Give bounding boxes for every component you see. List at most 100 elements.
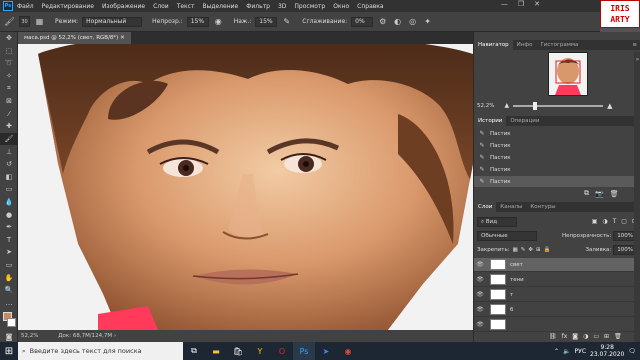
navigator-thumbnail[interactable] bbox=[548, 52, 588, 96]
zoom-slider[interactable] bbox=[513, 101, 604, 110]
brush-tool-icon[interactable]: 🖌 bbox=[0, 132, 18, 146]
healing-brush-tool-icon[interactable]: ✚ bbox=[0, 120, 18, 133]
document-canvas[interactable] bbox=[18, 44, 473, 330]
menu-edit[interactable]: Редактирование bbox=[38, 3, 98, 10]
pressure-field[interactable]: 15% bbox=[255, 16, 278, 27]
menu-window[interactable]: Окно bbox=[329, 3, 353, 10]
lock-all-icon[interactable]: 🔒 bbox=[544, 247, 551, 253]
menu-layers[interactable]: Слои bbox=[149, 3, 173, 10]
link-layers-icon[interactable]: ⛓ bbox=[549, 333, 557, 340]
color-swatches[interactable] bbox=[0, 309, 18, 331]
history-item[interactable]: ✎ Пастик bbox=[474, 140, 634, 151]
minimize-button[interactable]: — bbox=[501, 0, 508, 8]
visibility-eye-icon[interactable]: 👁 bbox=[474, 321, 486, 328]
layer-row-selected[interactable]: 👁 свет bbox=[474, 258, 634, 272]
close-tab-icon[interactable]: ✕ bbox=[120, 35, 125, 41]
more-tools-icon[interactable]: … bbox=[0, 296, 18, 309]
layer-row[interactable]: 👁 т bbox=[474, 288, 634, 302]
pen-tool-icon[interactable]: ✒ bbox=[0, 221, 18, 234]
tab-paths[interactable]: Контуры bbox=[526, 202, 559, 212]
brush-preset-icon[interactable]: 30 bbox=[19, 16, 30, 27]
snapshot-icon[interactable]: 📷 bbox=[595, 190, 604, 198]
photoshop-taskbar-icon[interactable]: Ps bbox=[293, 342, 315, 360]
eraser-tool-icon[interactable]: ◧ bbox=[0, 171, 18, 184]
move-tool-icon[interactable]: ✥ bbox=[0, 32, 18, 45]
menu-help[interactable]: Справка bbox=[353, 3, 387, 10]
brush-settings-icon[interactable]: ▦ bbox=[34, 16, 45, 27]
new-layer-icon[interactable]: ⊞ bbox=[604, 333, 609, 340]
yandex-browser-icon[interactable]: Y bbox=[249, 342, 271, 360]
background-color-swatch[interactable] bbox=[7, 318, 16, 328]
tab-layers[interactable]: Слои bbox=[474, 202, 497, 212]
tab-histogram[interactable]: Гистограмма bbox=[536, 40, 582, 50]
panel-menu-icon[interactable]: ≡ bbox=[628, 40, 640, 50]
lock-pixels-icon[interactable]: ▦ bbox=[513, 247, 518, 253]
smoothing-settings-icon[interactable]: ⚙ bbox=[377, 16, 388, 27]
delete-state-icon[interactable]: 🗑 bbox=[610, 190, 619, 198]
menu-3d[interactable]: 3D bbox=[274, 3, 290, 10]
menu-view[interactable]: Просмотр bbox=[290, 3, 329, 10]
lock-artboard-icon[interactable]: ⊞ bbox=[536, 247, 541, 253]
marquee-tool-icon[interactable]: ⬚ bbox=[0, 45, 18, 58]
language-indicator[interactable]: РУС bbox=[575, 348, 586, 355]
maximize-button[interactable]: ❐ bbox=[518, 0, 524, 8]
quick-select-tool-icon[interactable]: ✧ bbox=[0, 70, 18, 83]
menu-filter[interactable]: Фильтр bbox=[242, 3, 274, 10]
opera-icon[interactable]: O bbox=[271, 342, 293, 360]
filter-shape-icon[interactable]: ▢ bbox=[621, 218, 627, 225]
menu-file[interactable]: Файл bbox=[13, 3, 38, 10]
status-arrow-icon[interactable]: › bbox=[114, 333, 116, 339]
task-view-icon[interactable]: ⧉ bbox=[183, 342, 205, 360]
visibility-eye-icon[interactable]: 👁 bbox=[474, 291, 486, 298]
delete-layer-icon[interactable]: 🗑 bbox=[614, 333, 622, 340]
visibility-eye-icon[interactable]: 👁 bbox=[474, 276, 486, 283]
history-item[interactable]: ✎ Пастик bbox=[474, 164, 634, 175]
blur-tool-icon[interactable]: 💧 bbox=[0, 196, 18, 209]
visibility-eye-icon[interactable]: 👁 bbox=[474, 261, 486, 268]
layer-filter-select[interactable]: ⌕ Вид bbox=[477, 216, 517, 227]
tab-actions[interactable]: Операции bbox=[506, 116, 543, 126]
new-group-icon[interactable]: ▭ bbox=[593, 333, 599, 340]
symmetry-icon[interactable]: ✦ bbox=[422, 16, 433, 27]
layer-row[interactable]: 👁 б bbox=[474, 303, 634, 317]
blend-mode-select[interactable]: Обычные bbox=[477, 230, 537, 241]
notifications-icon[interactable]: 🗨 bbox=[628, 348, 636, 355]
mode-select[interactable]: Нормальный bbox=[82, 16, 143, 27]
layer-row[interactable]: 👁 bbox=[474, 318, 634, 332]
tab-info[interactable]: Инфо bbox=[513, 40, 537, 50]
path-select-tool-icon[interactable]: ➤ bbox=[0, 246, 18, 259]
gradient-tool-icon[interactable]: ▭ bbox=[0, 183, 18, 196]
menu-image[interactable]: Изображение bbox=[98, 3, 149, 10]
eyedropper-tool-icon[interactable]: ⁄ bbox=[0, 108, 18, 121]
crop-tool-icon[interactable]: ⌗ bbox=[0, 82, 18, 95]
pressure-size-icon[interactable]: ◎ bbox=[407, 16, 418, 27]
store-icon[interactable]: 🛍 bbox=[227, 342, 249, 360]
document-tab[interactable]: маса.psd @ 52,2% (свет, RGB/8*) ✕ bbox=[18, 32, 131, 44]
history-item-selected[interactable]: ✎ Пастик bbox=[474, 176, 634, 187]
shape-tool-icon[interactable]: ▭ bbox=[0, 259, 18, 272]
history-item[interactable]: ✎ Пастик bbox=[474, 128, 634, 139]
tab-history[interactable]: Истории bbox=[474, 116, 507, 126]
angle-icon[interactable]: ◐ bbox=[392, 16, 403, 27]
telegram-icon[interactable]: ➤ bbox=[315, 342, 337, 360]
airbrush-icon[interactable]: ✎ bbox=[281, 16, 292, 27]
hand-tool-icon[interactable]: ✋ bbox=[0, 271, 18, 284]
layer-row[interactable]: 👁 тени bbox=[474, 273, 634, 287]
zoom-level[interactable]: 52,2% bbox=[21, 333, 38, 339]
layer-style-icon[interactable]: fx bbox=[562, 333, 568, 340]
collapse-panels-icon[interactable]: » bbox=[634, 56, 640, 63]
network-icon[interactable]: ⌃ bbox=[554, 348, 559, 355]
zoom-slider-handle[interactable] bbox=[533, 101, 538, 110]
filter-type-icon[interactable]: T bbox=[613, 218, 617, 225]
zoom-out-icon[interactable]: ▲ bbox=[504, 102, 509, 109]
opacity-field[interactable]: 15% bbox=[186, 16, 209, 27]
adjustment-layer-icon[interactable]: ◑ bbox=[583, 333, 588, 340]
history-item[interactable]: ✎ Пастик bbox=[474, 152, 634, 163]
close-button[interactable]: ✕ bbox=[534, 0, 540, 8]
frame-tool-icon[interactable]: ⊠ bbox=[0, 95, 18, 108]
lock-position-icon[interactable]: ✥ bbox=[528, 247, 533, 253]
dodge-tool-icon[interactable]: ● bbox=[0, 208, 18, 221]
new-document-from-state-icon[interactable]: ⧉ bbox=[584, 189, 589, 198]
menu-select[interactable]: Выделение bbox=[198, 3, 242, 10]
zoom-in-icon[interactable]: ▲ bbox=[607, 102, 612, 110]
